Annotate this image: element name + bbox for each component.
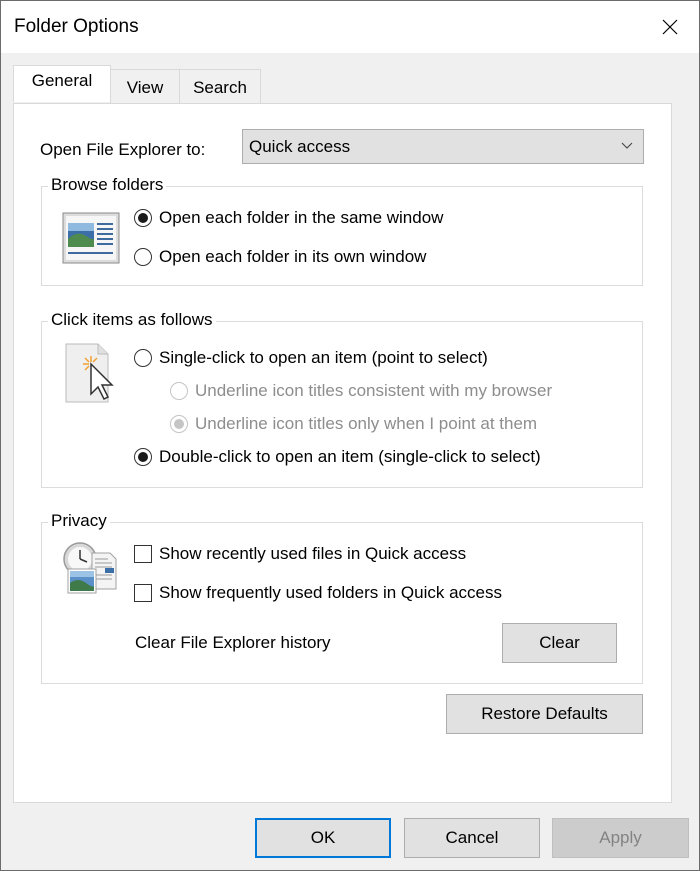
title-bar: Folder Options <box>1 1 699 53</box>
open-explorer-to-value: Quick access <box>249 137 351 156</box>
tab-view[interactable]: View <box>110 69 180 104</box>
radio-own-window-control[interactable] <box>134 248 152 266</box>
checkbox-recent-files[interactable]: Show recently used files in Quick access <box>134 544 466 564</box>
privacy-group: Privacy Show recently used files in Quic… <box>41 511 643 684</box>
browse-folders-window-icon <box>62 212 120 264</box>
tab-search-label: Search <box>193 78 247 97</box>
close-button[interactable] <box>641 1 699 53</box>
window-title: Folder Options <box>14 16 139 37</box>
open-explorer-to-dropdown[interactable]: Quick access <box>242 129 644 164</box>
radio-own-window-label: Open each folder in its own window <box>159 247 427 266</box>
radio-underline-point-control <box>170 415 188 433</box>
general-tab-panel: Open File Explorer to: Quick access Brow… <box>13 103 672 803</box>
privacy-title: Privacy <box>48 511 110 531</box>
checkbox-recent-files-label: Show recently used files in Quick access <box>159 544 467 563</box>
checkbox-frequent-folders[interactable]: Show frequently used folders in Quick ac… <box>134 583 502 603</box>
restore-defaults-label: Restore Defaults <box>481 704 608 723</box>
cancel-button[interactable]: Cancel <box>404 818 540 858</box>
radio-same-window-label: Open each folder in the same window <box>159 208 444 227</box>
radio-same-window-control[interactable] <box>134 209 152 227</box>
checkbox-frequent-folders-control[interactable] <box>134 584 152 602</box>
browse-folders-title: Browse folders <box>48 175 167 195</box>
ok-button[interactable]: OK <box>255 818 391 858</box>
clear-history-label: Clear File Explorer history <box>135 633 331 652</box>
folder-options-dialog: Folder Options General View Search Open … <box>0 0 700 871</box>
apply-button: Apply <box>552 818 689 858</box>
close-icon <box>662 19 678 35</box>
cancel-label: Cancel <box>445 828 499 847</box>
radio-underline-browser-control <box>170 382 188 400</box>
tab-view-label: View <box>126 78 164 97</box>
radio-single-click[interactable]: Single-click to open an item (point to s… <box>134 348 488 368</box>
pointer-click-icon <box>65 343 114 403</box>
tab-search[interactable]: Search <box>179 69 261 104</box>
clear-button-label: Clear <box>539 633 580 652</box>
radio-underline-browser-label: Underline icon titles consistent with my… <box>195 381 553 400</box>
click-items-group: Click items as follows Single-click to o… <box>41 310 643 488</box>
radio-underline-point-label: Underline icon titles only when I point … <box>195 414 538 433</box>
radio-underline-browser: Underline icon titles consistent with my… <box>170 381 552 401</box>
radio-double-click-label: Double-click to open an item (single-cli… <box>159 447 541 466</box>
click-items-title: Click items as follows <box>48 310 216 330</box>
privacy-clock-documents-icon <box>63 542 117 594</box>
checkbox-recent-files-control[interactable] <box>134 545 152 563</box>
open-explorer-to-label: Open File Explorer to: <box>40 140 206 159</box>
browse-folders-group: Browse folders Open each folder in the s… <box>41 175 643 286</box>
chevron-down-icon <box>621 142 633 149</box>
radio-same-window[interactable]: Open each folder in the same window <box>134 208 443 228</box>
ok-label: OK <box>310 828 336 847</box>
radio-underline-point: Underline icon titles only when I point … <box>170 414 537 434</box>
checkbox-frequent-folders-label: Show frequently used folders in Quick ac… <box>159 583 503 602</box>
restore-defaults-button[interactable]: Restore Defaults <box>446 694 643 734</box>
radio-own-window[interactable]: Open each folder in its own window <box>134 247 426 267</box>
clear-history-button[interactable]: Clear <box>502 623 617 663</box>
radio-single-click-label: Single-click to open an item (point to s… <box>159 348 488 367</box>
apply-label: Apply <box>599 828 642 847</box>
radio-double-click-control[interactable] <box>134 448 152 466</box>
tab-general[interactable]: General <box>13 65 111 102</box>
radio-double-click[interactable]: Double-click to open an item (single-cli… <box>134 447 541 467</box>
tab-general-label: General <box>31 71 93 90</box>
radio-single-click-control[interactable] <box>134 349 152 367</box>
